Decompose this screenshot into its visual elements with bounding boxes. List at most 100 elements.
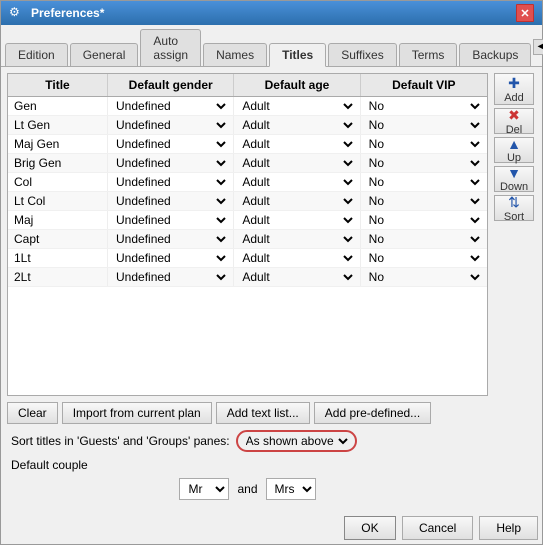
vip-select[interactable]: NoYes bbox=[365, 193, 483, 209]
tab-backups[interactable]: Backups bbox=[459, 43, 531, 66]
cell-gender[interactable]: UndefinedMaleFemale bbox=[108, 97, 234, 115]
clear-button[interactable]: Clear bbox=[7, 402, 58, 424]
gender-select[interactable]: UndefinedMaleFemale bbox=[112, 193, 229, 209]
vip-select[interactable]: NoYes bbox=[365, 117, 483, 133]
down-button[interactable]: ▼ Down bbox=[494, 166, 534, 192]
cell-age[interactable]: AdultChildUnknown bbox=[234, 116, 360, 134]
table-row[interactable]: Maj GenUndefinedMaleFemaleAdultChildUnkn… bbox=[8, 135, 487, 154]
gender-select[interactable]: UndefinedMaleFemale bbox=[112, 136, 229, 152]
age-select[interactable]: AdultChildUnknown bbox=[238, 136, 355, 152]
cell-vip[interactable]: NoYes bbox=[361, 154, 487, 172]
vip-select[interactable]: NoYes bbox=[365, 250, 483, 266]
gender-select[interactable]: UndefinedMaleFemale bbox=[112, 212, 229, 228]
table-body: GenUndefinedMaleFemaleAdultChildUnknownN… bbox=[8, 97, 487, 395]
vip-select[interactable]: NoYes bbox=[365, 174, 483, 190]
cell-gender[interactable]: UndefinedMaleFemale bbox=[108, 154, 234, 172]
cell-gender[interactable]: UndefinedMaleFemale bbox=[108, 192, 234, 210]
vip-select[interactable]: NoYes bbox=[365, 98, 483, 114]
vip-select[interactable]: NoYes bbox=[365, 231, 483, 247]
up-button[interactable]: ▲ Up bbox=[494, 137, 534, 163]
table-row[interactable]: Brig GenUndefinedMaleFemale AdultChildUnk… bbox=[8, 154, 487, 173]
age-select[interactable]: AdultChildUnknown bbox=[238, 250, 355, 266]
cell-gender[interactable]: UndefinedMaleFemale bbox=[108, 268, 234, 286]
del-button[interactable]: ✖ Del bbox=[494, 108, 534, 134]
help-button[interactable]: Help bbox=[479, 516, 538, 540]
cell-gender[interactable]: UndefinedMaleFemale bbox=[108, 249, 234, 267]
cell-gender[interactable]: UndefinedMaleFemale bbox=[108, 173, 234, 191]
tab-titles[interactable]: Titles bbox=[269, 43, 326, 67]
age-select[interactable]: AdultChildUnknown bbox=[238, 98, 355, 114]
cell-vip[interactable]: NoYes bbox=[361, 97, 487, 115]
gender-select[interactable]: UndefinedMaleFemale bbox=[112, 155, 229, 171]
cell-vip[interactable]: NoYes bbox=[361, 249, 487, 267]
gender-select[interactable]: UndefinedMaleFemale bbox=[112, 174, 229, 190]
ok-button[interactable]: OK bbox=[344, 516, 396, 540]
cancel-button[interactable]: Cancel bbox=[402, 516, 473, 540]
cell-age[interactable]: AdultChildUnknown bbox=[234, 135, 360, 153]
cell-age[interactable]: AdultChildUnknown bbox=[234, 97, 360, 115]
gender-select[interactable]: UndefinedMaleFemale bbox=[112, 250, 229, 266]
age-select[interactable]: AdultChildUnknown bbox=[238, 212, 355, 228]
cell-vip[interactable]: NoYes bbox=[361, 116, 487, 134]
cell-age[interactable]: AdultChildUnknown bbox=[234, 192, 360, 210]
add-button[interactable]: ✚ Add bbox=[494, 73, 534, 105]
cell-gender[interactable]: UndefinedMaleFemale bbox=[108, 230, 234, 248]
table-row[interactable]: 1LtUndefinedMaleFemaleAdultChildUnknownN… bbox=[8, 249, 487, 268]
vip-select[interactable]: NoYes bbox=[365, 212, 483, 228]
gender-select[interactable]: UndefinedMaleFemale bbox=[112, 269, 229, 285]
tab-prev-button[interactable]: ◀ bbox=[533, 39, 543, 55]
tab-edition[interactable]: Edition bbox=[5, 43, 68, 66]
table-row[interactable]: CaptUndefinedMaleFemaleAdultChildUnknown… bbox=[8, 230, 487, 249]
gender-select[interactable]: UndefinedMaleFemale bbox=[112, 117, 229, 133]
vip-select[interactable]: NoYes bbox=[365, 155, 483, 171]
age-select[interactable]: AdultChildUnknown bbox=[238, 231, 355, 247]
table-row[interactable]: Lt ColUndefinedMaleFemaleAdultChildUnkno… bbox=[8, 192, 487, 211]
cell-vip[interactable]: NoYes bbox=[361, 211, 487, 229]
age-select[interactable]: AdultChildUnknown bbox=[238, 174, 355, 190]
cell-age[interactable]: AdultChildUnknown bbox=[234, 268, 360, 286]
tab-general[interactable]: General bbox=[70, 43, 139, 66]
add-predef-button[interactable]: Add pre-defined... bbox=[314, 402, 431, 424]
cell-age[interactable]: AdultChildUnknown bbox=[234, 173, 360, 191]
gender-select[interactable]: UndefinedMaleFemale bbox=[112, 231, 229, 247]
table-row[interactable]: MajUndefinedMaleFemaleAdultChildUnknownN… bbox=[8, 211, 487, 230]
add-text-button[interactable]: Add text list... bbox=[216, 402, 310, 424]
gender-select[interactable]: UndefinedMaleFemale bbox=[112, 98, 229, 114]
tab-terms[interactable]: Terms bbox=[399, 43, 458, 66]
couple-mr-select[interactable]: Mr Mrs Ms Dr bbox=[179, 478, 229, 500]
cell-vip[interactable]: NoYes bbox=[361, 192, 487, 210]
close-button[interactable]: ✕ bbox=[516, 4, 534, 22]
cell-vip[interactable]: NoYes bbox=[361, 135, 487, 153]
cell-gender[interactable]: UndefinedMaleFemale bbox=[108, 116, 234, 134]
tab-names[interactable]: Names bbox=[203, 43, 267, 66]
age-select[interactable]: AdultChildUnknown bbox=[238, 269, 355, 285]
sort-label-btn: Sort bbox=[504, 211, 524, 223]
tab-suffixes[interactable]: Suffixes bbox=[328, 43, 396, 66]
cell-vip[interactable]: NoYes bbox=[361, 230, 487, 248]
add-icon: ✚ bbox=[508, 75, 520, 92]
table-row[interactable]: 2LtUndefinedMaleFemaleAdultChildUnknownN… bbox=[8, 268, 487, 287]
vip-select[interactable]: NoYes bbox=[365, 269, 483, 285]
cell-age[interactable]: AdultChildUnknown bbox=[234, 230, 360, 248]
cell-vip[interactable]: NoYes bbox=[361, 268, 487, 286]
age-select[interactable]: AdultChildUnknown bbox=[238, 155, 355, 171]
sort-select[interactable]: As shown above Alphabetically By frequen… bbox=[242, 433, 351, 449]
couple-mrs-select[interactable]: Mrs Mr Ms Dr bbox=[266, 478, 316, 500]
import-button[interactable]: Import from current plan bbox=[62, 402, 212, 424]
cell-vip[interactable]: NoYes bbox=[361, 173, 487, 191]
table-row[interactable]: Lt GenUndefinedMaleFemaleAdultChildUnkno… bbox=[8, 116, 487, 135]
cell-gender[interactable]: UndefinedMaleFemale bbox=[108, 211, 234, 229]
vip-select[interactable]: NoYes bbox=[365, 136, 483, 152]
sort-button[interactable]: ⇅ Sort bbox=[494, 195, 534, 221]
table-row[interactable]: ColUndefinedMaleFemaleAdultChildUnknownN… bbox=[8, 173, 487, 192]
table-row[interactable]: GenUndefinedMaleFemaleAdultChildUnknownN… bbox=[8, 97, 487, 116]
cell-age[interactable]: AdultChildUnknown bbox=[234, 154, 360, 172]
age-select[interactable]: AdultChildUnknown bbox=[238, 193, 355, 209]
cell-age[interactable]: AdultChildUnknown bbox=[234, 211, 360, 229]
tab-auto-assign[interactable]: Auto assign bbox=[140, 29, 201, 66]
tab-bar: Edition General Auto assign Names Titles… bbox=[1, 25, 542, 67]
cell-title: Brig Gen bbox=[8, 154, 108, 172]
cell-age[interactable]: AdultChildUnknown bbox=[234, 249, 360, 267]
age-select[interactable]: AdultChildUnknown bbox=[238, 117, 355, 133]
cell-gender[interactable]: UndefinedMaleFemale bbox=[108, 135, 234, 153]
